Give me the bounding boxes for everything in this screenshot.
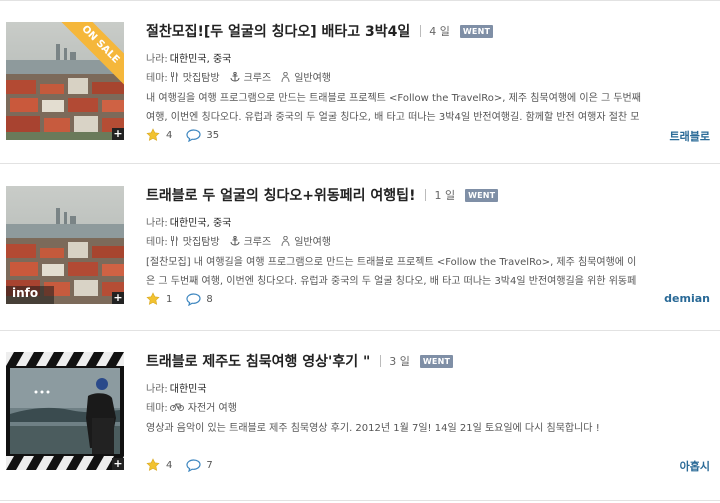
separator: [420, 25, 422, 37]
fork-knife-icon: [170, 235, 178, 246]
comment-icon[interactable]: [186, 458, 201, 472]
stats-row: 1 8: [146, 292, 227, 306]
country-label: 나라:: [146, 384, 168, 395]
trip-thumbnail[interactable]: +: [6, 352, 124, 470]
theme-tag-bicycle[interactable]: 자전거 여행: [169, 399, 237, 414]
comment-count: 7: [206, 459, 213, 471]
trip-description: 영상과 음악이 있는 트래블로 제주 침묵영상 후기. 2012년 1월 7일!…: [146, 419, 712, 438]
country-value: 대한민국: [169, 384, 207, 395]
country-label: 나라:: [146, 54, 168, 65]
theme-row: 테마: 맛집탐방 크루즈 일반여행: [146, 233, 341, 248]
theme-row: 테마: 맛집탐방 크루즈 일반여행: [146, 69, 341, 84]
like-count: 4: [166, 129, 173, 141]
went-badge: WENT: [419, 354, 454, 368]
author-link[interactable]: 트래블로: [670, 128, 710, 144]
theme-label: 테마:: [146, 403, 168, 414]
separator: [425, 189, 427, 201]
comment-count: 8: [206, 293, 213, 305]
title-row: 트래블로 두 얼굴의 칭다오+위동페리 여행팁! 1 일 WENT: [146, 184, 499, 206]
divider: [0, 0, 720, 1]
theme-row: 테마: 자전거 여행: [146, 399, 247, 414]
expand-plus-icon[interactable]: +: [112, 458, 124, 470]
bicycle-icon: [169, 403, 184, 411]
star-icon[interactable]: [146, 292, 160, 306]
trip-description: [절찬모집] 내 여행길을 여행 프로그램으로 만드는 트래블로 프로젝트 <F…: [146, 253, 712, 291]
trip-duration: 1 일: [434, 189, 456, 202]
country-value: 대한민국, 중국: [169, 218, 232, 229]
description-line: 은 그 두번째 여행, 이번엔 칭다오다. 유럽과 중국의 두 얼굴 칭다오, …: [146, 276, 637, 287]
author-link[interactable]: demian: [664, 292, 710, 305]
comment-icon[interactable]: [186, 292, 201, 306]
title-row: 트래블로 제주도 침묵여행 영상'후기 " 3 일 WENT: [146, 350, 454, 372]
divider: [0, 330, 720, 331]
trip-title[interactable]: 트래블로 제주도 침묵여행 영상'후기 ": [146, 351, 370, 371]
like-count: 1: [166, 293, 173, 305]
theme-tag-general[interactable]: 일반여행: [281, 69, 331, 84]
country-row: 나라: 대한민국: [146, 380, 207, 395]
theme-tag-food[interactable]: 맛집탐방: [170, 69, 220, 84]
trip-thumbnail[interactable]: ON SALE +: [6, 22, 124, 140]
author-link[interactable]: 아홉시: [680, 458, 710, 474]
trip-list-item: + 트래블로 제주도 침묵여행 영상'후기 " 3 일 WENT 나라: 대한민…: [0, 338, 720, 488]
description-line: 내 여행길을 여행 프로그램으로 만드는 트래블로 프로젝트 <Follow t…: [146, 93, 641, 104]
like-count: 4: [166, 459, 173, 471]
went-badge: WENT: [459, 24, 494, 38]
theme-tag-cruise[interactable]: 크루즈: [230, 69, 271, 84]
trip-list-item: ON SALE + 절찬모집![두 얼굴의 칭다오] 배타고 3박4일 4 일 …: [0, 8, 720, 158]
person-icon: [281, 71, 290, 82]
comment-icon[interactable]: [186, 128, 201, 142]
star-icon[interactable]: [146, 128, 160, 142]
title-row: 절찬모집![두 얼굴의 칭다오] 배타고 3박4일 4 일 WENT: [146, 20, 494, 42]
fork-knife-icon: [170, 71, 178, 82]
trip-title[interactable]: 트래블로 두 얼굴의 칭다오+위동페리 여행팁!: [146, 185, 415, 205]
country-label: 나라:: [146, 218, 168, 229]
anchor-icon: [230, 71, 240, 82]
theme-label: 테마:: [146, 73, 168, 84]
country-row: 나라: 대한민국, 중국: [146, 214, 231, 229]
expand-plus-icon[interactable]: +: [112, 292, 124, 304]
country-value: 대한민국, 중국: [169, 54, 232, 65]
trip-title[interactable]: 절찬모집![두 얼굴의 칭다오] 배타고 3박4일: [146, 21, 410, 41]
person-icon: [281, 235, 290, 246]
trip-description: 내 여행길을 여행 프로그램으로 만드는 트래블로 프로젝트 <Follow t…: [146, 89, 712, 127]
separator: [380, 355, 382, 367]
theme-tag-general[interactable]: 일반여행: [281, 233, 331, 248]
went-badge: WENT: [465, 188, 499, 202]
anchor-icon: [230, 235, 240, 246]
star-icon[interactable]: [146, 458, 160, 472]
info-tag: info: [12, 286, 39, 300]
video-clapperboard-photo: [6, 352, 124, 470]
theme-tag-cruise[interactable]: 크루즈: [230, 233, 271, 248]
divider: [0, 163, 720, 164]
divider: [0, 500, 720, 501]
comment-count: 35: [206, 129, 220, 141]
description-line: [절찬모집] 내 여행길을 여행 프로그램으로 만드는 트래블로 프로젝트 <F…: [146, 257, 637, 268]
theme-tag-food[interactable]: 맛집탐방: [170, 233, 220, 248]
trip-list-item: info + 트래블로 두 얼굴의 칭다오+위동페리 여행팁! 1 일 WENT…: [0, 172, 720, 322]
trip-thumbnail[interactable]: info +: [6, 186, 124, 304]
trip-duration: 3 일: [389, 355, 410, 368]
theme-label: 테마:: [146, 237, 168, 248]
expand-plus-icon[interactable]: +: [112, 128, 124, 140]
trip-duration: 4 일: [429, 25, 450, 38]
description-line: 여행, 이번엔 칭다오다. 유럽과 중국의 두 얼굴 칭다오, 배 타고 떠나는…: [146, 112, 640, 123]
country-row: 나라: 대한민국, 중국: [146, 50, 231, 65]
description-line: 영상과 음악이 있는 트래블로 제주 침묵영상 후기. 2012년 1월 7일!…: [146, 423, 600, 434]
stats-row: 4 35: [146, 128, 233, 142]
stats-row: 4 7: [146, 458, 227, 472]
